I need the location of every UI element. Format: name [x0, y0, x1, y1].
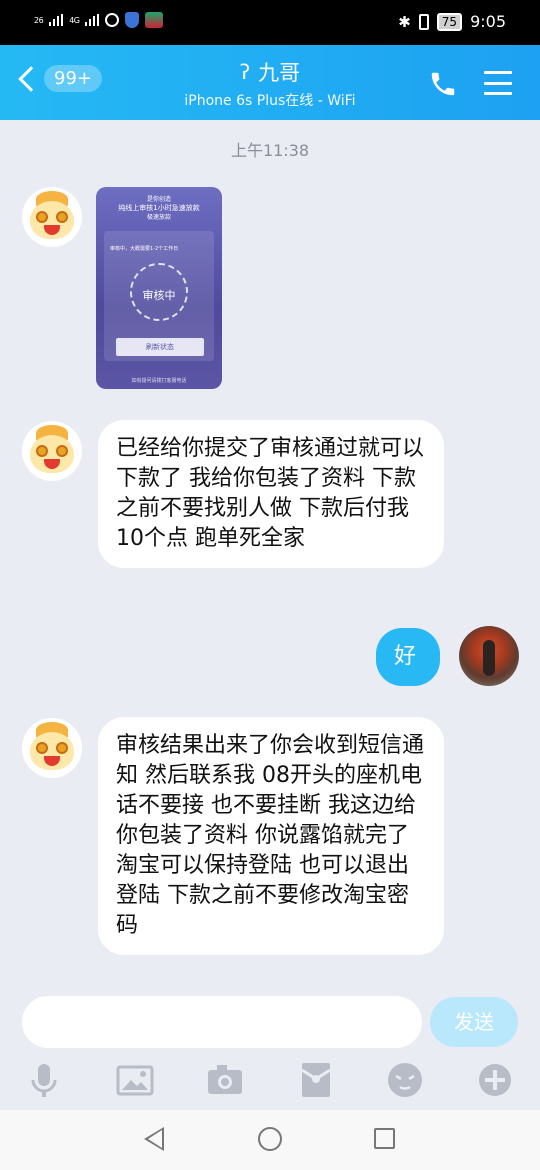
contact-avatar[interactable] [22, 718, 82, 778]
signal-indicator-1: 26 [34, 15, 44, 25]
plus-icon[interactable] [475, 1060, 515, 1100]
clock: 9:05 [470, 12, 506, 31]
emoji-icon[interactable] [385, 1060, 425, 1100]
image-refresh-button: 刷新状态 [116, 338, 204, 356]
status-bar: 26 4G ✱ 75 9:05 [0, 0, 540, 45]
image-header-line-2: 纯线上审核1小时急速放款 [118, 204, 200, 212]
message-bubble-contact[interactable]: 审核结果出来了你会收到短信通知 然后联系我 08开头的座机电话不要接 也不要挂断… [98, 717, 444, 955]
signal-bars-icon [49, 14, 64, 26]
image-icon[interactable] [115, 1060, 155, 1100]
signal-bars-icon-2 [85, 14, 100, 26]
phone-icon[interactable] [428, 69, 458, 99]
menu-icon[interactable] [484, 71, 512, 95]
image-footer-text: 如有疑问请拨打客服电话 [131, 378, 187, 384]
contact-title[interactable]: ʔ 九哥 iPhone 6s Plus在线 - WiFi [0, 57, 540, 110]
image-message[interactable]: 是你创造 纯线上审核1小时急速放款 极速放款 审核中，大概需要1-2个工作日 审… [96, 187, 222, 389]
nav-home-icon[interactable] [258, 1127, 282, 1151]
camera-icon[interactable] [205, 1060, 245, 1100]
shield-app-icon [125, 12, 140, 28]
microphone-icon[interactable] [24, 1060, 64, 1100]
input-toolbar [0, 1058, 540, 1106]
message-input[interactable] [22, 996, 422, 1048]
message-timestamp: 上午11:38 [230, 141, 310, 160]
red-packet-icon[interactable] [296, 1060, 336, 1100]
ear-icon: ʔ [239, 60, 251, 84]
app-notification-icon [145, 12, 164, 28]
image-header-line-1: 是你创造 [146, 196, 171, 203]
battery-icon: 75 [436, 12, 463, 31]
chat-header: 99+ ʔ 九哥 iPhone 6s Plus在线 - WiFi [0, 45, 540, 120]
vibrate-icon [418, 13, 429, 30]
message-bubble-contact[interactable]: 已经给你提交了审核通过就可以下款了 我给你包装了资料 下款之前不要找别人做 下款… [98, 420, 444, 568]
contact-avatar[interactable] [22, 187, 82, 247]
bluetooth-icon: ✱ [398, 12, 411, 31]
nav-recents-icon[interactable] [374, 1128, 395, 1149]
signal-indicator-2: 4G [69, 15, 80, 25]
contact-status: iPhone 6s Plus在线 - WiFi [184, 93, 356, 109]
image-progress-note: 审核中，大概需要1-2个工作日 [110, 246, 179, 252]
send-button[interactable]: 发送 [430, 997, 518, 1047]
nav-back-icon[interactable] [144, 1127, 164, 1151]
image-header-line-3: 极速放款 [146, 214, 171, 221]
my-avatar[interactable] [459, 626, 519, 686]
contact-name: 九哥 [258, 61, 301, 85]
system-navigation-bar [0, 1110, 540, 1170]
message-bubble-me[interactable]: 好 [376, 628, 440, 686]
alarm-icon [105, 13, 120, 27]
contact-avatar[interactable] [22, 421, 82, 481]
image-status-text: 审核中 [142, 289, 176, 302]
